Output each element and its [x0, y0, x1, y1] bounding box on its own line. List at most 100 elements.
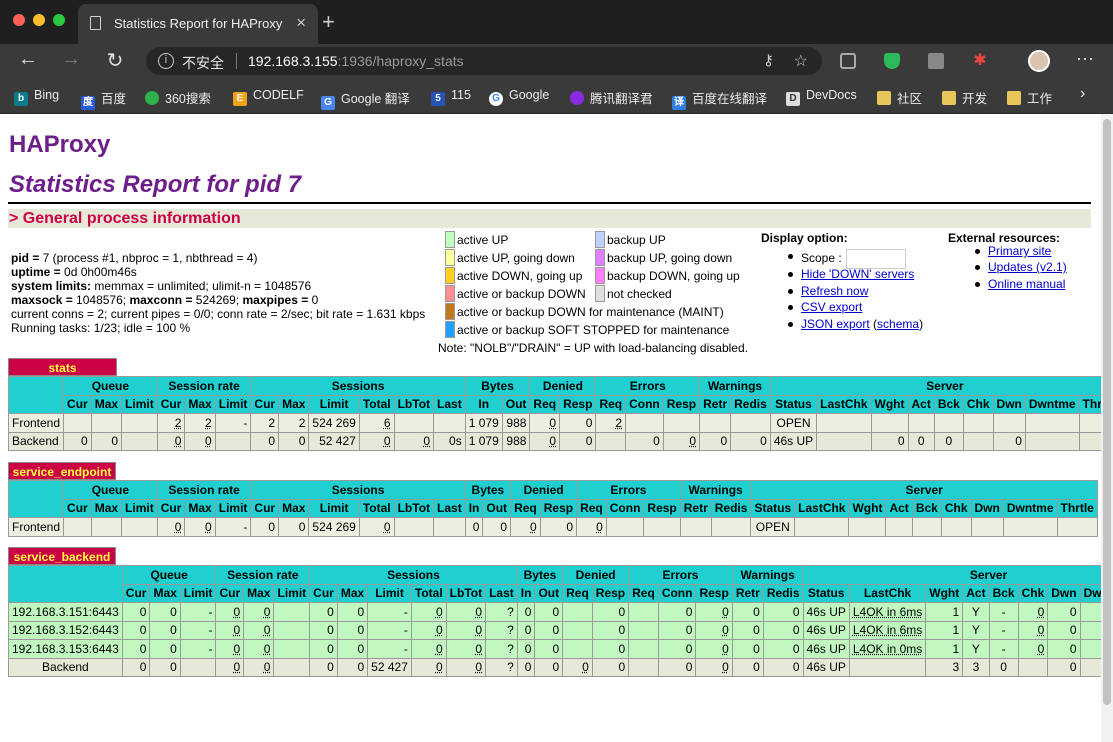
- bookmark-google[interactable]: GGoogle: [489, 88, 549, 106]
- proxy-title[interactable]: service_endpoint: [8, 462, 116, 480]
- tooltip-value[interactable]: 2: [615, 416, 622, 430]
- chevron-right-icon[interactable]: ›: [1080, 85, 1085, 103]
- bookmark-folder-dev[interactable]: 开发: [942, 88, 987, 107]
- asterisk-icon[interactable]: ✱: [972, 53, 988, 69]
- tooltip-value[interactable]: 0: [233, 642, 240, 656]
- online-manual-link[interactable]: Online manual: [988, 277, 1065, 291]
- tooltip-value[interactable]: L4OK in 0ms: [853, 642, 922, 656]
- tooltip-value[interactable]: 0: [530, 520, 537, 534]
- bookmark-tencent-translate[interactable]: 腾讯翻译君: [570, 88, 653, 107]
- info-icon[interactable]: i: [158, 53, 174, 69]
- minimize-window-icon[interactable]: [33, 14, 45, 26]
- csv-export-link[interactable]: CSV export: [801, 300, 862, 314]
- schema-link[interactable]: schema: [877, 317, 919, 331]
- tooltip-value[interactable]: L4OK in 6ms: [853, 605, 922, 619]
- row-name-cell[interactable]: 192.168.3.151:6443: [9, 603, 123, 622]
- avatar[interactable]: [1028, 50, 1050, 72]
- json-export-link[interactable]: JSON export: [801, 317, 870, 331]
- bookmark-baidu-translate[interactable]: 译百度在线翻译: [672, 88, 767, 110]
- tooltip-value[interactable]: 0: [436, 642, 443, 656]
- primary-site-link[interactable]: Primary site: [988, 244, 1051, 258]
- zoom-window-icon[interactable]: [53, 14, 65, 26]
- back-icon[interactable]: ←: [15, 48, 41, 71]
- tooltip-value[interactable]: 0: [423, 434, 430, 448]
- bookmark-folder-work[interactable]: 工作: [1007, 88, 1052, 107]
- tooltip-value[interactable]: 0: [384, 434, 391, 448]
- hide-down-servers-link[interactable]: Hide 'DOWN' servers: [801, 267, 914, 281]
- refresh-now-link[interactable]: Refresh now: [801, 284, 868, 298]
- reload-icon[interactable]: ↻: [102, 48, 128, 73]
- close-window-icon[interactable]: [13, 14, 25, 26]
- proxy-title[interactable]: service_backend: [8, 547, 116, 565]
- scope-input[interactable]: [846, 249, 906, 269]
- extension-icon[interactable]: [840, 53, 856, 69]
- tooltip-value[interactable]: 0: [175, 434, 182, 448]
- star-icon[interactable]: ☆: [794, 51, 808, 71]
- row-name-cell[interactable]: 192.168.3.153:6443: [9, 640, 123, 659]
- tooltip-value[interactable]: 0: [722, 623, 729, 637]
- tooltip-value[interactable]: 0: [475, 642, 482, 656]
- column-header: Resp: [663, 395, 699, 414]
- tooltip-value[interactable]: 0: [233, 605, 240, 619]
- tooltip-value[interactable]: 0: [205, 434, 212, 448]
- row-name-cell[interactable]: 192.168.3.152:6443: [9, 621, 123, 640]
- bookmark-devdocs[interactable]: DDevDocs: [786, 88, 857, 106]
- browser-tab[interactable]: Statistics Report for HAProxy ×: [78, 4, 318, 44]
- tooltip-value[interactable]: 0: [233, 623, 240, 637]
- scrollbar-thumb[interactable]: [1103, 119, 1111, 705]
- tooltip-value[interactable]: 0: [384, 520, 391, 534]
- tooltip-value[interactable]: 0: [205, 520, 212, 534]
- close-tab-icon[interactable]: ×: [296, 13, 306, 33]
- tooltip-value[interactable]: 0: [722, 605, 729, 619]
- url-text[interactable]: 192.168.3.155:1936/haproxy_stats: [248, 53, 464, 69]
- tooltip-value[interactable]: 0: [475, 660, 482, 674]
- tooltip-value[interactable]: 0: [549, 434, 556, 448]
- bookmark-google-translate[interactable]: GGoogle 翻译: [321, 88, 410, 110]
- bookmark-360[interactable]: 360搜索: [145, 88, 211, 107]
- legend-item: active UP, going down: [445, 249, 575, 267]
- vertical-scrollbar[interactable]: [1101, 114, 1113, 742]
- bookmark-codelf[interactable]: ECODELF: [233, 88, 304, 106]
- tooltip-value[interactable]: 0: [1038, 623, 1045, 637]
- new-tab-button[interactable]: +: [322, 9, 335, 35]
- more-icon[interactable]: ···: [1076, 48, 1096, 64]
- tooltip-value[interactable]: 0: [436, 623, 443, 637]
- tooltip-value[interactable]: 0: [722, 660, 729, 674]
- tooltip-value[interactable]: 0: [264, 623, 271, 637]
- tooltip-value[interactable]: 0: [264, 660, 271, 674]
- forward-icon[interactable]: →: [58, 48, 84, 71]
- tooltip-value[interactable]: 0: [1038, 605, 1045, 619]
- tooltip-value[interactable]: 0: [436, 605, 443, 619]
- updates-link[interactable]: Updates (v2.1): [988, 260, 1067, 274]
- collections-icon[interactable]: [928, 53, 944, 69]
- tooltip-value[interactable]: 0: [264, 605, 271, 619]
- bookmark-bing[interactable]: bBing: [14, 88, 59, 106]
- key-icon[interactable]: ⚷: [763, 51, 774, 69]
- tooltip-value[interactable]: 0: [596, 520, 603, 534]
- tooltip-value[interactable]: 0: [689, 434, 696, 448]
- tooltip-value[interactable]: 2: [175, 416, 182, 430]
- tooltip-value[interactable]: 6: [384, 416, 391, 430]
- shield-icon[interactable]: [884, 53, 900, 69]
- header-group-queue: Queue: [64, 481, 158, 500]
- tooltip-value[interactable]: 0: [722, 642, 729, 656]
- tooltip-value[interactable]: 2: [205, 416, 212, 430]
- tooltip-value[interactable]: 0: [1038, 642, 1045, 656]
- table-cell: [629, 640, 659, 659]
- tooltip-value[interactable]: 0: [436, 660, 443, 674]
- translate-icon: G: [321, 96, 335, 110]
- bookmark-115[interactable]: 5115: [431, 88, 471, 106]
- bookmark-baidu[interactable]: 度百度: [81, 88, 126, 110]
- tooltip-value[interactable]: 0: [475, 605, 482, 619]
- tooltip-value[interactable]: 0: [264, 642, 271, 656]
- column-header: In: [465, 395, 502, 414]
- proxy-title[interactable]: stats: [8, 358, 117, 376]
- tooltip-value[interactable]: 0: [175, 520, 182, 534]
- tooltip-value[interactable]: 0: [582, 660, 589, 674]
- bookmark-folder-community[interactable]: 社区: [877, 88, 922, 107]
- tooltip-value[interactable]: 0: [233, 660, 240, 674]
- tooltip-value[interactable]: 0: [475, 623, 482, 637]
- address-bar[interactable]: i 不安全 192.168.3.155:1936/haproxy_stats ⚷…: [146, 47, 822, 75]
- tooltip-value[interactable]: L4OK in 6ms: [853, 623, 922, 637]
- tooltip-value[interactable]: 0: [549, 416, 556, 430]
